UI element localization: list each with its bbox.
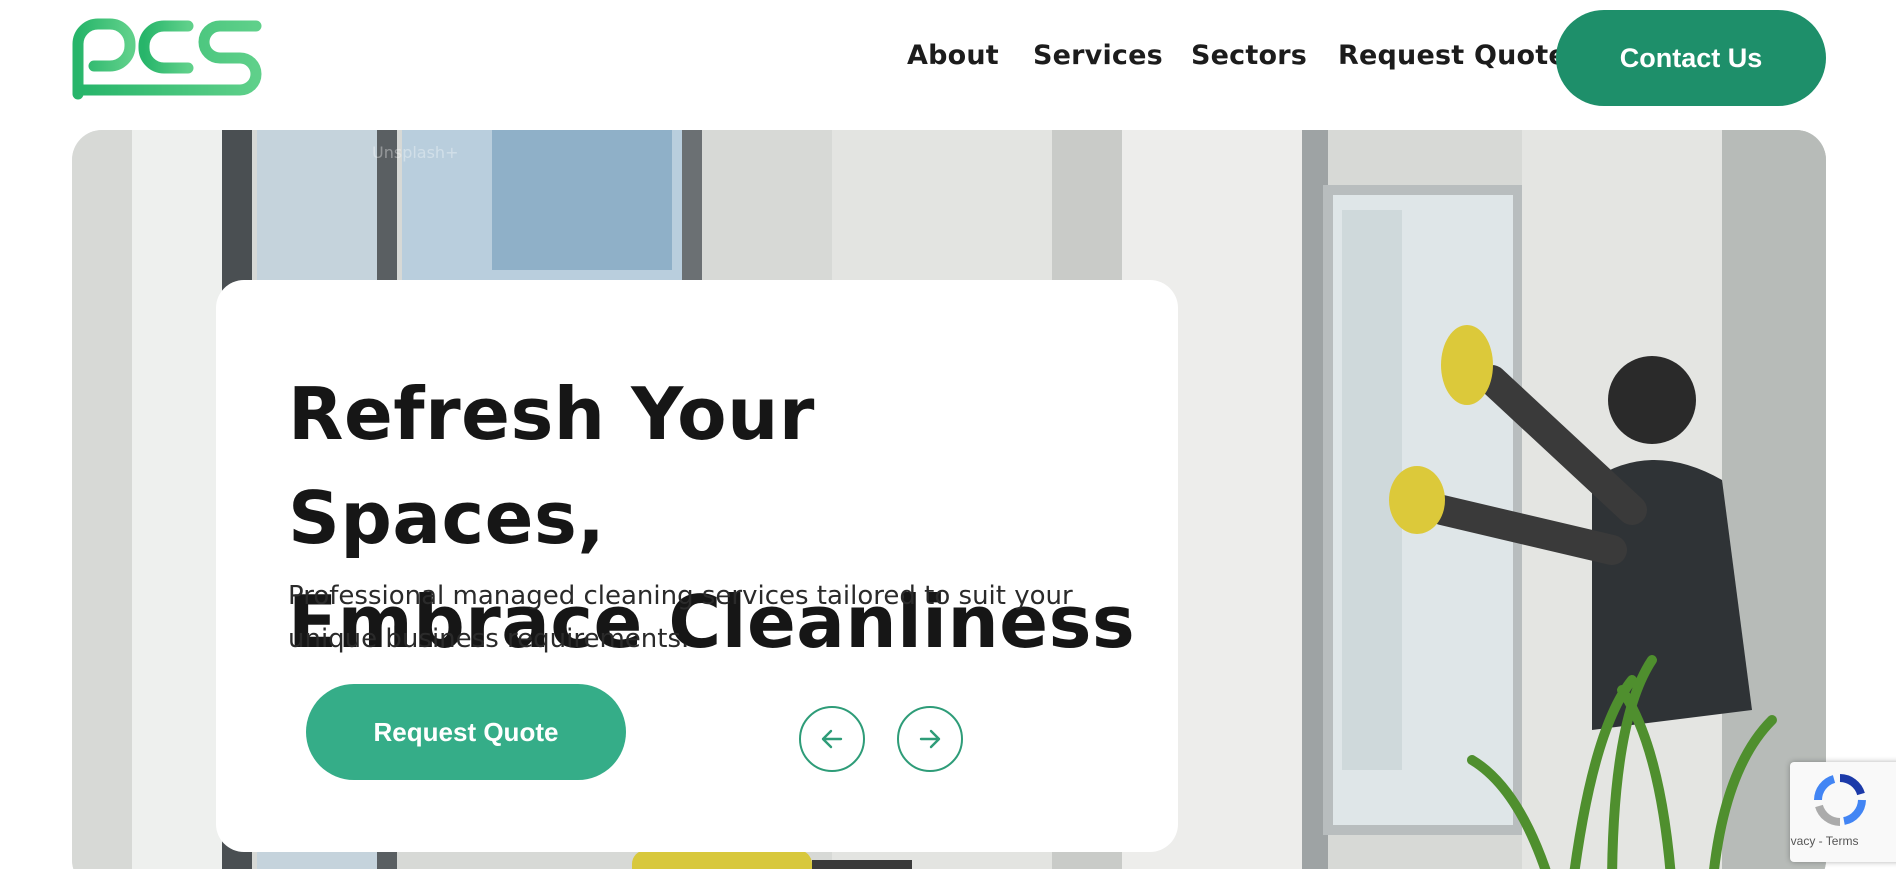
carousel-prev-button[interactable] bbox=[799, 706, 865, 772]
hero-card: Refresh Your Spaces, Embrace Cleanliness… bbox=[216, 280, 1178, 852]
pcs-logo[interactable] bbox=[70, 14, 268, 102]
arrow-left-icon bbox=[821, 729, 843, 749]
recaptcha-links[interactable]: Privacy - Terms bbox=[1790, 834, 1858, 848]
arrow-right-icon bbox=[919, 729, 941, 749]
recaptcha-badge[interactable]: Privacy - Terms bbox=[1790, 762, 1896, 862]
recaptcha-icon bbox=[1814, 774, 1866, 826]
headline-line-1: Refresh Your Spaces, bbox=[288, 372, 815, 560]
carousel-next-button[interactable] bbox=[897, 706, 963, 772]
hero-subtext: Professional managed cleaning services t… bbox=[288, 581, 1073, 654]
site-header: About Services Sectors Request Quote Con… bbox=[0, 0, 1896, 118]
request-quote-button[interactable]: Request Quote bbox=[306, 684, 626, 780]
nav-services[interactable]: Services bbox=[1033, 40, 1163, 71]
nav-sectors[interactable]: Sectors bbox=[1191, 40, 1307, 71]
contact-us-button[interactable]: Contact Us bbox=[1556, 10, 1826, 106]
hero-banner: Unsplash+ Refresh Your Spaces, Embrace C… bbox=[72, 130, 1826, 869]
watermark-text: Unsplash+ bbox=[372, 143, 458, 162]
nav-about[interactable]: About bbox=[907, 40, 999, 71]
nav-request-quote[interactable]: Request Quote bbox=[1338, 40, 1567, 71]
